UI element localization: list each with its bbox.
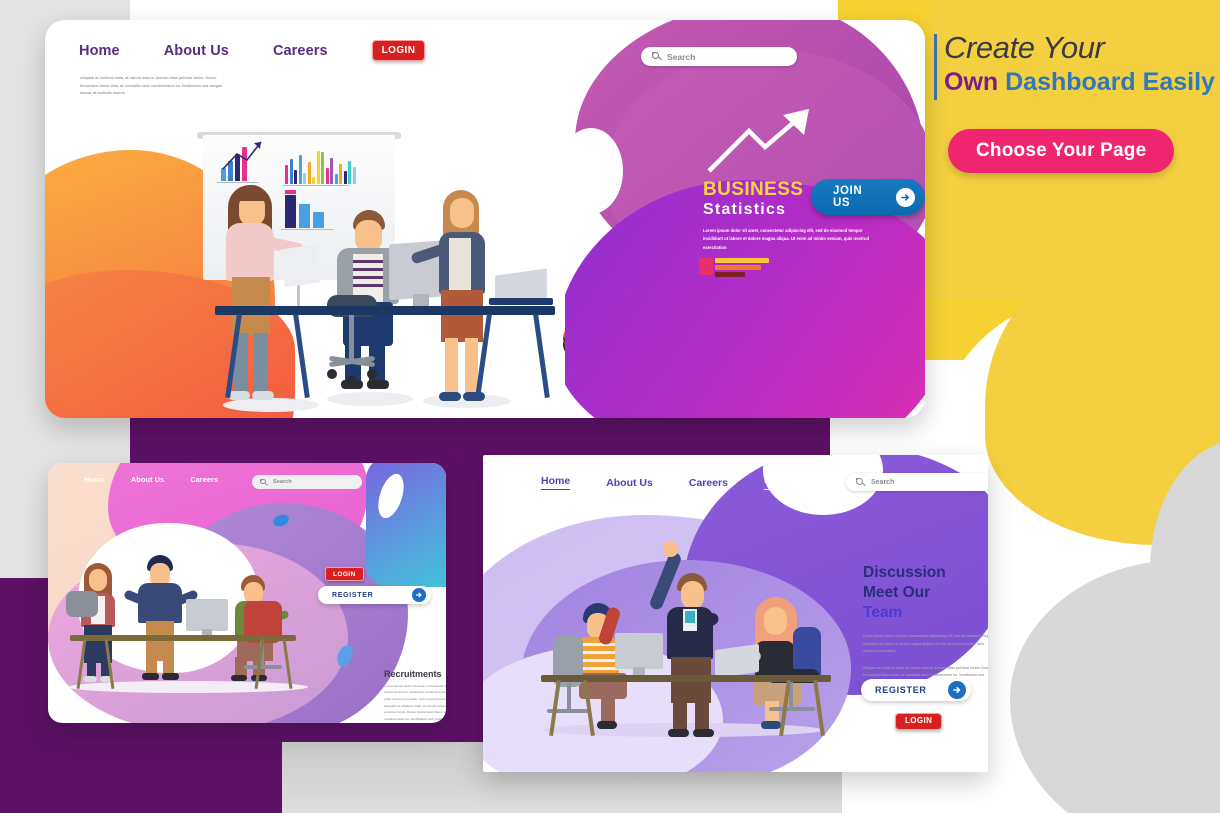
team-register-label: REGISTER: [875, 685, 927, 695]
recruit-person-man-center: [123, 555, 199, 685]
recruit-blue-gradient-block: [366, 463, 446, 587]
team-nav-careers[interactable]: Careers: [689, 477, 728, 489]
hero-card: Home About Us Careers LOGIN Aliquam ac e…: [45, 20, 925, 418]
hero-nav-home[interactable]: Home: [79, 43, 120, 59]
whiteboard-chart-bottom: [285, 192, 324, 228]
illustration-table-leg-4: [533, 314, 550, 398]
recruitments-heading: Recruitments: [384, 669, 442, 679]
headline-block: Create Your Own Dashboard Easily: [934, 30, 1215, 100]
illustration-table-leg-2: [293, 314, 310, 398]
whiteboard-chart-top-left-axis: [217, 182, 259, 183]
team-monitor: [615, 633, 663, 669]
recruit-navbar: Home About Us Careers: [84, 475, 218, 484]
hero-panel-mini-bars: [699, 258, 769, 279]
team-card: Home About Us Careers Community Search D…: [483, 455, 988, 772]
hero-nav-about-us[interactable]: About Us: [164, 43, 229, 59]
illustration-table-top: [215, 306, 555, 315]
recruit-lorem-1: Lorem ipsum dolor sit amet, consectetur …: [384, 684, 446, 701]
recruit-search-box[interactable]: Search: [252, 475, 362, 489]
recruit-lorem-2: Aliquam ac eleifend nulla, at rutrum mau…: [384, 704, 446, 721]
search-icon: [260, 478, 268, 486]
arrow-right-icon: [896, 187, 915, 207]
hero-trend-arrow-icon: [707, 109, 809, 173]
hero-search-box[interactable]: Search: [641, 47, 797, 66]
illustration-laptop-1-base: [489, 298, 553, 305]
team-chair-right-base: [769, 707, 815, 711]
team-search-placeholder: Search: [871, 478, 895, 486]
recruit-register-button[interactable]: REGISTER: [318, 586, 431, 604]
arrow-right-icon: [412, 588, 426, 602]
whiteboard-chart-top-right-axis: [283, 185, 349, 186]
team-nav-home[interactable]: Home: [541, 475, 571, 490]
recruit-nav-about-us[interactable]: About Us: [131, 475, 164, 484]
team-lorem-1: Lorem ipsum dolor sit amet, consectetur …: [863, 634, 988, 653]
team-register-button[interactable]: REGISTER: [861, 679, 971, 701]
team-navbar: Home About Us Careers Community: [541, 475, 822, 490]
headline-line-2: Own Dashboard Easily: [944, 67, 1215, 98]
headline-line-1: Create Your: [944, 30, 1105, 65]
hero-lorem-text: Aliquam ac eleifend nulla, at rutrum mau…: [80, 76, 222, 96]
recruit-nav-home[interactable]: Home: [84, 475, 105, 484]
whiteboard-chart-top-right: [285, 148, 356, 184]
arrow-right-icon: [948, 681, 966, 699]
join-us-button[interactable]: JOIN US: [811, 179, 925, 215]
recruit-person-woman-left: [78, 563, 120, 683]
hero-navbar: Home About Us Careers LOGIN: [79, 40, 426, 61]
team-heading-line-3: Team: [863, 604, 903, 622]
team-heading-line-2: Meet Our: [863, 584, 931, 602]
search-icon: [856, 477, 866, 487]
team-person-standing-center: [648, 541, 723, 741]
recruit-chair-right-base: [244, 665, 282, 669]
hero-login-button[interactable]: LOGIN: [371, 40, 426, 61]
join-us-label: JOIN US: [833, 185, 863, 209]
recruit-chair-left: [66, 591, 98, 617]
search-icon: [652, 52, 662, 61]
team-nav-about-us[interactable]: About Us: [606, 477, 653, 489]
recruitments-card: Home About Us Careers Search LOGIN REGIS…: [48, 463, 446, 723]
illustration-person-woman-right: [410, 190, 493, 405]
team-monitor-stand: [633, 667, 645, 675]
headline-accent-bar: [934, 34, 937, 100]
team-text-block: Discussion Meet Our Team Lorem ipsum dol…: [863, 563, 988, 686]
illustration-monitor-1-stand: [413, 294, 429, 306]
recruit-register-label: REGISTER: [332, 591, 374, 599]
team-heading-line-1: Discussion: [863, 564, 946, 581]
headline-own-word: Own: [944, 67, 999, 96]
team-login-button[interactable]: LOGIN: [895, 713, 943, 730]
recruit-login-button[interactable]: LOGIN: [325, 567, 364, 582]
hero-nav-careers[interactable]: Careers: [273, 43, 328, 59]
recruit-search-placeholder: Search: [273, 479, 292, 485]
team-chair-left-post: [567, 683, 571, 711]
whiteboard-trend-arrow: [222, 141, 262, 170]
recruit-nav-careers[interactable]: Careers: [190, 475, 218, 484]
screenshot-stage: Create Your Own Dashboard Easily Choose …: [0, 0, 1220, 813]
headline-rest-words: Dashboard Easily: [1005, 67, 1215, 96]
choose-your-page-button[interactable]: Choose Your Page: [948, 129, 1175, 173]
hero-panel-body-text: Lorem ipsum dolor sit amet, consectetur …: [703, 227, 870, 250]
recruit-monitor: [186, 599, 228, 631]
team-search-box[interactable]: Search: [846, 473, 988, 491]
team-nav-community[interactable]: Community: [763, 475, 822, 490]
hero-search-placeholder: Search: [667, 51, 696, 62]
